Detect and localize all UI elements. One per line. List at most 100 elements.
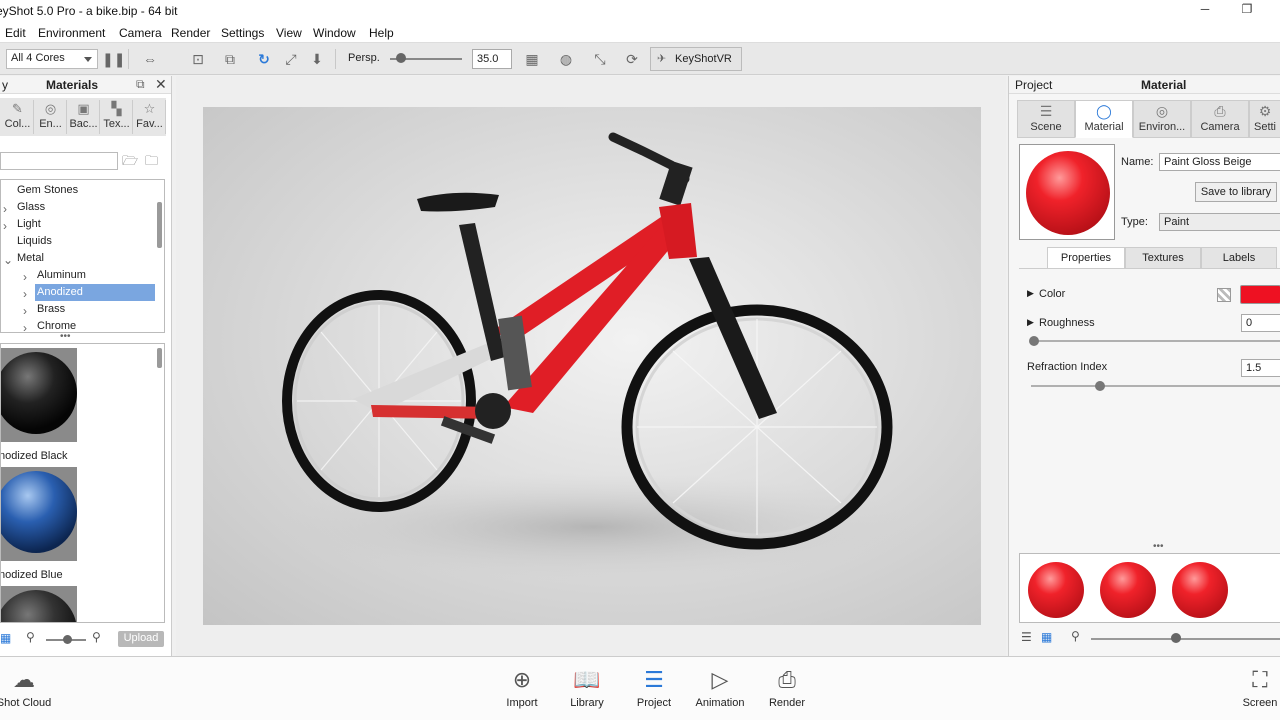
thumb-size-knob[interactable]	[63, 635, 72, 644]
tree-item[interactable]: Chrome	[35, 318, 155, 332]
roughness-input[interactable]: 0	[1241, 314, 1280, 332]
swatch-ball[interactable]	[1028, 562, 1084, 618]
zoom-in-icon[interactable]: ⚲	[92, 630, 101, 644]
screenshot-icon[interactable]: ⊡	[188, 50, 208, 68]
screenshot-button[interactable]: ⛶ Screen	[1240, 663, 1280, 717]
splitter-dots[interactable]: •••	[1153, 541, 1164, 552]
minimize-button[interactable]: ─	[1194, 2, 1216, 20]
menu-settings[interactable]: Settings	[221, 26, 264, 40]
grid-view-icon[interactable]: ▦	[0, 631, 11, 645]
chevron-right-icon[interactable]: ›	[23, 270, 27, 284]
import-button[interactable]: ⊕ Import	[492, 663, 552, 717]
tree-item[interactable]: Gem Stones	[15, 182, 155, 199]
subtab-labels[interactable]: Labels	[1201, 247, 1277, 269]
render-button[interactable]: ⎙ Render	[757, 663, 817, 717]
tab-settings[interactable]: ⚙ Setti	[1249, 100, 1280, 138]
chevron-right-icon[interactable]: ›	[23, 287, 27, 301]
open-folder-icon[interactable]: 🗁	[122, 152, 138, 174]
tab-camera[interactable]: ⎙ Camera	[1191, 100, 1249, 138]
roughness-slider-knob[interactable]	[1029, 336, 1039, 346]
tree-item[interactable]: Light	[15, 216, 155, 233]
region-icon[interactable]: ⤡	[590, 50, 610, 68]
fov-input[interactable]: 35.0	[472, 49, 512, 69]
material-preview[interactable]	[1019, 144, 1115, 240]
folder-icon[interactable]: 🗀	[145, 152, 158, 174]
grid-icon[interactable]: ▦	[522, 50, 542, 68]
material-thumb-anodized-black[interactable]	[1, 348, 77, 442]
animation-button[interactable]: ▷ Animation	[690, 663, 750, 717]
zoom-out-icon[interactable]: ⚲	[1071, 629, 1080, 643]
menu-camera[interactable]: Camera	[119, 26, 162, 40]
swatch-ball[interactable]	[1172, 562, 1228, 618]
roughness-expand-icon[interactable]: ▶	[1027, 317, 1034, 328]
tab-favorites[interactable]: ☆ Fav...	[134, 100, 166, 134]
menu-render[interactable]: Render	[171, 26, 210, 40]
menu-help[interactable]: Help	[369, 26, 394, 40]
cores-select[interactable]: All 4 Cores	[6, 49, 98, 69]
tree-item[interactable]: Brass	[35, 301, 155, 318]
tree-item[interactable]: Aluminum	[35, 267, 155, 284]
chevron-right-icon[interactable]: ›	[3, 219, 7, 233]
material-thumb-anodized-blue[interactable]	[1, 467, 77, 561]
tab-textures[interactable]: ▚ Tex...	[101, 100, 133, 134]
realtime-viewport[interactable]	[176, 76, 1006, 656]
zoom-out-icon[interactable]: ⚲	[26, 630, 35, 644]
chevron-right-icon[interactable]: ›	[23, 304, 27, 318]
subtab-textures[interactable]: Textures	[1125, 247, 1201, 269]
menu-edit[interactable]: Edit	[5, 26, 26, 40]
splitter-dots[interactable]: •••	[60, 331, 71, 342]
drop-icon[interactable]: ⬇	[307, 50, 327, 68]
render-view[interactable]	[203, 107, 981, 625]
library-search-input[interactable]	[0, 152, 118, 170]
tree-item[interactable]: Metal	[15, 250, 155, 267]
close-icon[interactable]: ✕	[155, 76, 167, 93]
refraction-input[interactable]: 1.5	[1241, 359, 1280, 377]
tab-material[interactable]: ◯ Material	[1075, 100, 1133, 138]
tree-item[interactable]: Liquids	[15, 233, 155, 250]
chevron-right-icon[interactable]: ›	[23, 321, 27, 332]
fit-icon[interactable]: ⤢	[281, 50, 301, 68]
tab-environments[interactable]: ◎ En...	[35, 100, 67, 134]
swatch-ball[interactable]	[1100, 562, 1156, 618]
fov-slider-knob[interactable]	[396, 53, 406, 63]
roughness-slider-track[interactable]	[1031, 340, 1280, 342]
chevron-right-icon[interactable]: ›	[3, 202, 7, 216]
partial-tab-label[interactable]: y	[2, 78, 8, 92]
tab-backplates[interactable]: ▣ Bac...	[68, 100, 100, 134]
tree-item[interactable]: Anodized	[35, 284, 155, 301]
lock-icon[interactable]: ⧉	[220, 50, 240, 68]
tab-environment[interactable]: ◎ Environ...	[1133, 100, 1191, 138]
refresh-icon[interactable]: ↻	[254, 50, 274, 68]
menu-view[interactable]: View	[276, 26, 302, 40]
save-to-library-button[interactable]: Save to library	[1195, 182, 1277, 202]
chevron-down-icon[interactable]: ⌄	[3, 253, 13, 267]
grid-view-icon[interactable]: ▦	[1041, 630, 1052, 644]
turntable-icon[interactable]: ⟳	[622, 50, 642, 68]
swatch-size-knob[interactable]	[1171, 633, 1181, 643]
tree-item[interactable]: Glass	[15, 199, 155, 216]
refraction-slider-track[interactable]	[1031, 385, 1280, 387]
material-name-input[interactable]: Paint Gloss Beige	[1159, 153, 1280, 171]
texture-map-icon[interactable]	[1217, 288, 1231, 302]
menu-window[interactable]: Window	[313, 26, 356, 40]
library-button[interactable]: 📖 Library	[557, 663, 617, 717]
swatch-size-track[interactable]	[1091, 638, 1280, 640]
menu-environment[interactable]: Environment	[38, 26, 105, 40]
restore-button[interactable]: ❐	[1236, 2, 1258, 20]
tab-colors[interactable]: ✎ Col...	[2, 100, 34, 134]
subtab-properties[interactable]: Properties	[1047, 247, 1125, 269]
list-view-icon[interactable]: ☰	[1021, 630, 1032, 644]
undock-icon[interactable]: ⧉	[136, 77, 145, 92]
keyshot-cloud-button[interactable]: ☁ Shot Cloud	[0, 663, 54, 717]
material-thumb-third[interactable]	[1, 586, 77, 622]
material-type-select[interactable]: Paint	[1159, 213, 1280, 231]
project-button[interactable]: ☰ Project	[624, 663, 684, 717]
keyshotvr-button[interactable]: ✈ KeyShotVR	[650, 47, 742, 71]
resolution-icon[interactable]: ⇔	[140, 50, 160, 68]
color-expand-icon[interactable]: ▶	[1027, 288, 1034, 299]
tab-scene[interactable]: ☰ Scene	[1017, 100, 1075, 138]
sphere-icon[interactable]: ◍	[556, 50, 576, 68]
tree-scrollbar[interactable]	[157, 202, 162, 248]
refraction-slider-knob[interactable]	[1095, 381, 1105, 391]
pause-icon[interactable]: ❚❚	[102, 50, 125, 68]
